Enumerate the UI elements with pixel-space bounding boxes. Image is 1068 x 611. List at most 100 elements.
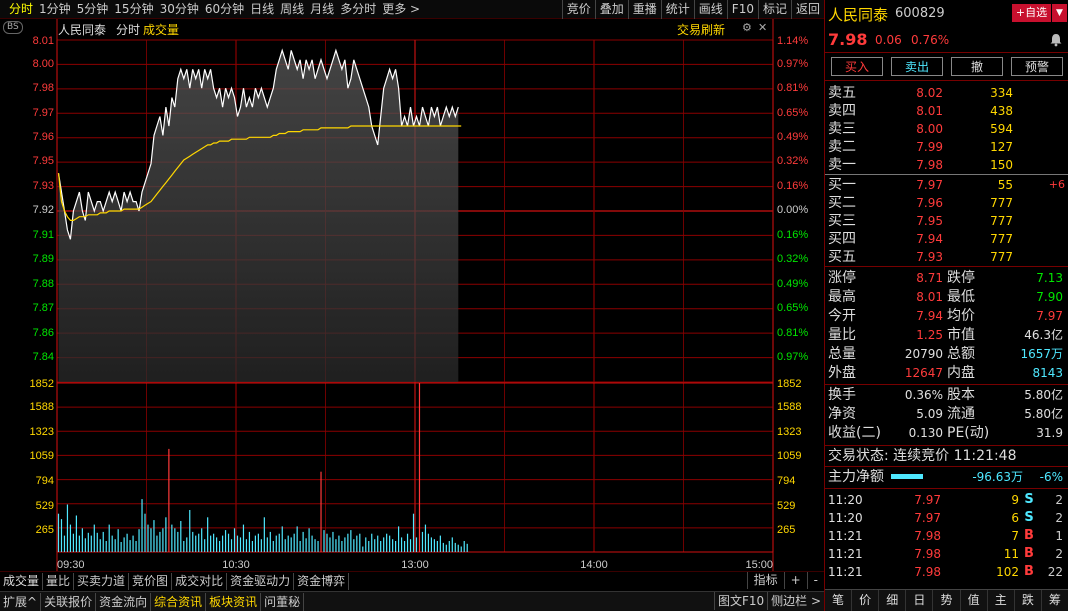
info-tab[interactable]: 资金流向 [96,592,152,611]
ask-row[interactable]: 卖四 8.01 438 [825,102,1068,120]
panel-nav-tab[interactable]: 细 [879,590,907,611]
cancel-order-button[interactable]: 撤 [951,57,1003,76]
info-right-button[interactable]: 侧边栏 > [767,592,824,610]
tick-count: 1 [1055,529,1063,543]
tool-button[interactable]: 标记 [757,0,791,19]
panel-nav-tab[interactable]: 值 [961,590,988,611]
quote-header: 人民同泰 600829 +自选 ▼ [825,0,1068,28]
trade-refresh-link[interactable]: 交易刷新 [677,21,725,38]
period-tab[interactable]: 分时 [6,0,36,19]
bid-row[interactable]: 买二 7.96 777 [825,194,1068,212]
bid-row[interactable]: 买一 7.97 55 +6 [825,176,1068,194]
panel-nav-tab[interactable]: 跌 [1015,590,1042,611]
tick-price: 7.97 [914,493,941,507]
bid-row[interactable]: 买四 7.94 777 [825,230,1068,248]
tool-button[interactable]: 竞价 [561,0,595,19]
intraday-chart[interactable]: 8.01 8.00 7.98 7.97 7.96 7.95 7.93 7.92 7.91 7.89… [0,19,824,571]
period-tab[interactable]: 5分钟 [74,0,112,19]
tick-time: 11:21 [828,547,863,561]
period-tab[interactable]: 周线 [277,0,307,19]
ask-volume: 150 [990,158,1013,172]
pct-tick: 0.16% [777,180,808,192]
tool-button[interactable]: F10 [726,0,758,19]
tick-direction: B [1024,564,1034,579]
period-tab[interactable]: 多分时 [337,0,379,19]
indicator-tab[interactable]: 量比 [43,572,75,590]
ask-row[interactable]: 卖五 8.02 334 [825,84,1068,102]
tool-button[interactable]: 重播 [627,0,661,19]
panel-nav-tab[interactable]: 笔 [825,590,853,611]
info-tabs: 扩展^ 关联报价 资金流向 综合资讯 板块资讯 问董秘 图文F10 侧边栏 > [0,591,824,611]
panel-nav-tab[interactable]: 势 [933,590,961,611]
close-icon[interactable]: ✕ [758,21,767,34]
period-tab[interactable]: 更多 > [379,0,423,19]
stat-value: 5.80亿 [1024,388,1063,402]
stat-label: 股本 [947,387,975,403]
info-tab[interactable]: 板块资讯 [206,592,262,611]
indicator-tab[interactable]: 成交量 [0,572,44,590]
pct-tick: 0.49% [777,131,808,143]
time-tick: 14:00 [580,559,608,571]
volume-tick: 794 [36,475,54,487]
ask-row[interactable]: 卖二 7.99 127 [825,138,1068,156]
trade-buttons: 买入 卖出撤预警 [825,55,1068,77]
stat-value: 12647 [904,366,943,380]
period-tab[interactable]: 15分钟 [111,0,156,19]
panel-nav-tab[interactable]: 主 [988,590,1015,611]
chevron-down-icon[interactable]: ▼ [1052,4,1067,22]
tool-button[interactable]: 统计 [660,0,694,19]
bid-volume: 777 [990,196,1013,210]
tool-button[interactable]: 叠加 [594,0,628,19]
stat-label: 内盘 [947,365,975,381]
tool-button[interactable]: 返回 [790,0,824,19]
panel-nav-tab[interactable]: 价 [852,590,880,611]
period-tab[interactable]: 60分钟 [202,0,247,19]
bid-row[interactable]: 买五 7.93 777 [825,248,1068,266]
tool-button[interactable]: 画线 [693,0,727,19]
ask-row[interactable]: 卖一 7.98 150 [825,156,1068,174]
indicator-control-button[interactable]: 指标 [746,572,784,589]
info-tab[interactable]: 问董秘 [261,592,305,611]
add-watchlist-button[interactable]: +自选 [1012,4,1051,22]
stat-value: 8.71 [916,271,943,285]
bell-icon[interactable] [1049,33,1063,47]
indicator-control-button[interactable]: - [806,572,824,589]
gear-icon[interactable]: ⚙ [742,21,752,34]
panel-nav-tab[interactable]: 筹 [1042,590,1068,611]
period-tab[interactable]: 日线 [247,0,277,19]
bid-row[interactable]: 买三 7.95 777 [825,212,1068,230]
stat-row: 最高 8.01 最低 7.90 [825,288,1068,306]
ask-label: 卖二 [828,139,856,155]
info-tab[interactable]: 扩展^ [0,592,42,611]
bs-badge[interactable]: BS [3,21,23,34]
sell-button[interactable]: 卖出 [891,57,943,76]
period-tab[interactable]: 30分钟 [157,0,202,19]
tick-price: 7.98 [914,529,941,543]
price-tick: 7.92 [33,204,54,216]
indicator-tab[interactable]: 竞价图 [129,572,173,590]
stat-row: 总量 20790 总额 1657万 [825,345,1068,363]
info-right-button[interactable]: 图文F10 [713,592,767,610]
stat-value: 1657万 [1020,347,1063,361]
period-tab[interactable]: 月线 [307,0,337,19]
alert-button[interactable]: 预警 [1011,57,1063,76]
chart-stock-name: 人民同泰 [58,23,107,37]
info-tab[interactable]: 综合资讯 [151,592,207,611]
stat-value: 5.09 [916,407,943,421]
tick-volume: 7 [1011,529,1019,543]
info-tab[interactable]: 关联报价 [41,592,97,611]
stat-label: 流通 [947,406,975,422]
indicator-tab[interactable]: 买卖力道 [74,572,130,590]
indicator-control-button[interactable]: + [783,572,807,589]
indicator-tab[interactable]: 资金驱动力 [227,572,295,590]
panel-nav-tab[interactable]: 日 [906,590,934,611]
period-tab[interactable]: 1分钟 [36,0,74,19]
indicator-tab[interactable]: 资金博弈 [294,572,350,590]
stat-value: 7.94 [916,309,943,323]
tick-row: 11:21 7.98 11 B 2 [825,545,1068,563]
stat-label: 总量 [828,346,856,362]
volume-tick: 265 [777,524,795,536]
ask-row[interactable]: 卖三 8.00 594 [825,120,1068,138]
indicator-tab[interactable]: 成交对比 [172,572,228,590]
buy-button[interactable]: 买入 [831,57,883,76]
